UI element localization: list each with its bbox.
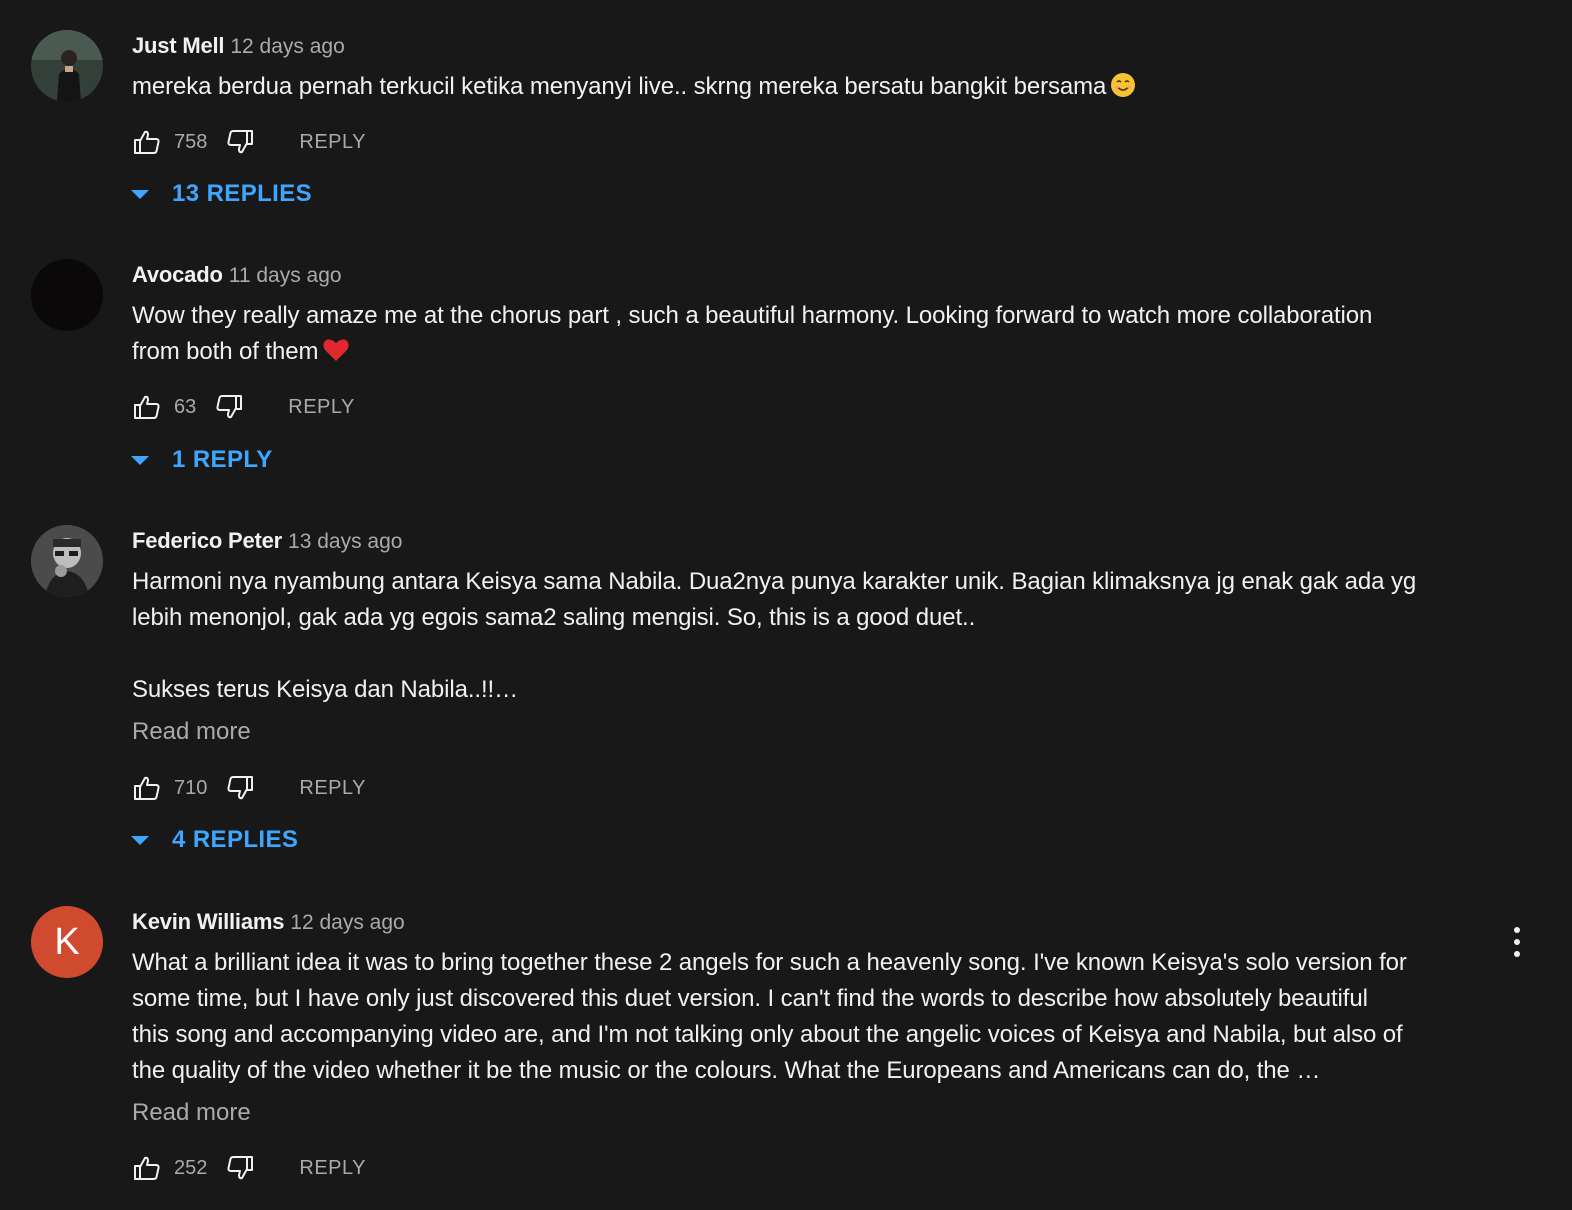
more-actions-button[interactable]: [1505, 922, 1529, 962]
reply-button[interactable]: REPLY: [299, 1157, 366, 1180]
dark-avatar-icon: [31, 259, 103, 331]
like-button[interactable]: [132, 1153, 162, 1183]
read-more-link[interactable]: Read more: [132, 1098, 251, 1128]
comment-author[interactable]: Federico Peter: [132, 528, 282, 553]
thumbs-down-icon: [227, 130, 254, 154]
comment-actions: 758 REPLY: [132, 126, 366, 158]
like-count: 63: [174, 395, 197, 418]
comment-text-line: from both of them: [132, 338, 319, 365]
comment-text: Wow they really amaze me at the chorus p…: [132, 298, 1482, 370]
comments-section: Just Mell 12 days ago mereka berdua perna…: [0, 0, 1572, 1210]
avatar[interactable]: [31, 525, 103, 597]
dislike-button[interactable]: [214, 392, 244, 422]
avatar[interactable]: [31, 30, 103, 102]
caret-down-icon: [131, 456, 149, 465]
reply-button[interactable]: REPLY: [299, 777, 366, 800]
thumbs-up-icon: [134, 776, 160, 800]
comment-actions: 63 REPLY: [132, 391, 355, 423]
comment-time[interactable]: 12 days ago: [230, 35, 344, 58]
thumbs-down-icon: [216, 395, 243, 419]
reply-button[interactable]: REPLY: [299, 131, 366, 154]
like-count: 758: [174, 130, 208, 153]
dislike-button[interactable]: [225, 1153, 255, 1183]
avatar[interactable]: [31, 259, 103, 331]
comment-actions: 710 REPLY: [132, 772, 366, 804]
dislike-button[interactable]: [225, 773, 255, 803]
comment-text-line: Wow they really amaze me at the chorus p…: [132, 302, 1373, 329]
comment-text: What a brilliant idea it was to bring to…: [132, 949, 1407, 1084]
comment-header: Kevin Williams 12 days ago: [132, 907, 405, 937]
comment-author[interactable]: Avocado: [132, 262, 223, 287]
comment-author[interactable]: Kevin Williams: [132, 909, 284, 934]
like-count: 710: [174, 776, 208, 799]
replies-count-label: 1 REPLY: [172, 446, 273, 473]
kebab-menu-icon: [1514, 927, 1520, 957]
dislike-button[interactable]: [225, 127, 255, 157]
view-replies-button[interactable]: 1 REPLY: [130, 445, 273, 475]
view-replies-button[interactable]: 13 REPLIES: [130, 179, 312, 209]
photo-person-icon: [31, 525, 103, 597]
like-button[interactable]: [132, 392, 162, 422]
replies-count-label: 4 REPLIES: [172, 826, 299, 853]
thumbs-up-icon: [134, 130, 160, 154]
thumbs-up-icon: [134, 395, 160, 419]
smiling-face-emoji-icon: [1111, 73, 1136, 97]
comment-header: Avocado 11 days ago: [132, 260, 342, 290]
comment-time[interactable]: 12 days ago: [290, 911, 404, 934]
comment-text: mereka berdua pernah terkucil ketika men…: [132, 69, 1482, 105]
red-heart-emoji-icon: [323, 339, 350, 361]
comment-header: Federico Peter 13 days ago: [132, 526, 402, 556]
comment-text: Harmoni nya nyambung antara Keisya sama …: [132, 568, 1417, 703]
replies-count-label: 13 REPLIES: [172, 180, 313, 207]
avatar[interactable]: K: [31, 906, 103, 978]
comment-header: Just Mell 12 days ago: [132, 31, 345, 61]
caret-down-icon: [131, 836, 149, 845]
like-button[interactable]: [132, 127, 162, 157]
thumbs-up-icon: [134, 1156, 160, 1180]
thumbs-down-icon: [227, 1156, 254, 1180]
like-button[interactable]: [132, 773, 162, 803]
view-replies-button[interactable]: 4 REPLIES: [130, 825, 298, 855]
like-count: 252: [174, 1156, 208, 1179]
comment-time[interactable]: 13 days ago: [288, 530, 402, 553]
comment-actions: 252 REPLY: [132, 1152, 366, 1184]
reply-button[interactable]: REPLY: [288, 396, 355, 419]
thumbs-down-icon: [227, 776, 254, 800]
comment-author[interactable]: Just Mell: [132, 33, 225, 58]
comment-time[interactable]: 11 days ago: [229, 264, 342, 287]
photo-person-icon: [31, 30, 103, 102]
caret-down-icon: [131, 190, 149, 199]
comment-text-content: mereka berdua pernah terkucil ketika men…: [132, 73, 1107, 100]
read-more-link[interactable]: Read more: [132, 717, 251, 747]
